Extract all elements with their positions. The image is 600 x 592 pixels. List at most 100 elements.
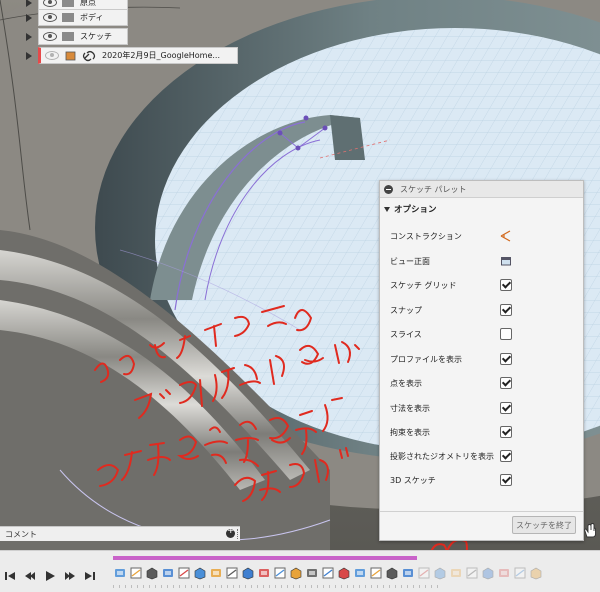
timeline-feature[interactable] — [241, 566, 255, 580]
timeline-feature[interactable] — [481, 566, 495, 580]
skip-to-start-icon[interactable] — [4, 570, 16, 582]
show-constraints-checkbox[interactable] — [500, 426, 512, 438]
timeline-feature[interactable] — [209, 566, 223, 580]
timeline-feature[interactable] — [289, 566, 303, 580]
timeline-ruler — [113, 585, 443, 588]
visibility-eye-icon[interactable] — [43, 32, 57, 41]
show-profile-checkbox[interactable] — [500, 353, 512, 365]
timeline-feature[interactable] — [449, 566, 463, 580]
timeline-feature[interactable] — [385, 566, 399, 580]
timeline-progress-bar — [113, 556, 417, 560]
timeline-feature[interactable] — [273, 566, 287, 580]
expand-arrow-icon[interactable] — [26, 0, 32, 7]
timeline-feature[interactable] — [129, 566, 143, 580]
palette-row-label: コンストラクション — [390, 231, 462, 241]
palette-row-show-projected-geometry[interactable]: 投影されたジオメトリを表示 — [380, 446, 583, 466]
palette-row-label: ビュー正面 — [390, 256, 430, 266]
palette-row-show-profile[interactable]: プロファイルを表示 — [380, 349, 583, 369]
expand-arrow-icon[interactable] — [26, 32, 32, 41]
add-comment-icon[interactable] — [226, 526, 235, 538]
palette-row-label: プロファイルを表示 — [390, 354, 462, 364]
step-forward-icon[interactable] — [64, 570, 76, 582]
palette-row-label: スナップ — [390, 305, 422, 315]
pan-hand-icon[interactable] — [583, 523, 597, 539]
show-dimensions-checkbox[interactable] — [500, 402, 512, 414]
timeline-feature[interactable] — [321, 566, 335, 580]
tree-item-linked-design[interactable]: 2020年2月9日_GoogleHome... — [26, 47, 238, 64]
timeline-feature[interactable] — [113, 566, 127, 580]
skip-to-end-icon[interactable] — [84, 570, 96, 582]
expand-arrow-icon[interactable] — [26, 51, 32, 60]
comment-label: コメント — [5, 529, 37, 539]
palette-row-show-constraints[interactable]: 拘束を表示 — [380, 422, 583, 442]
visibility-eye-icon[interactable] — [43, 0, 57, 7]
construction-icon[interactable] — [500, 230, 512, 242]
timeline-feature[interactable] — [193, 566, 207, 580]
options-section-header[interactable]: オプション — [380, 198, 583, 220]
tree-item-bodies[interactable]: ボディ — [26, 9, 128, 26]
timeline-sketch-feature[interactable] — [401, 566, 415, 580]
folder-icon — [62, 13, 74, 22]
timeline-feature[interactable] — [417, 566, 431, 580]
palette-row-label: 3D スケッチ — [390, 475, 436, 485]
show-projected-geometry-checkbox[interactable] — [500, 450, 512, 462]
options-section-label: オプション — [394, 205, 437, 215]
show-points-checkbox[interactable] — [500, 377, 512, 389]
palette-divider — [380, 511, 583, 512]
palette-row-label: 投影されたジオメトリを表示 — [390, 451, 494, 461]
folder-icon — [62, 0, 74, 7]
timeline-feature[interactable] — [161, 566, 175, 580]
timeline-feature[interactable] — [177, 566, 191, 580]
sketch-grid-checkbox[interactable] — [500, 279, 512, 291]
palette-row-sketch-grid[interactable]: スケッチ グリッド — [380, 275, 583, 295]
finish-sketch-button[interactable]: スケッチを終了 — [512, 516, 576, 534]
look-at-icon[interactable] — [500, 255, 512, 267]
tree-item-label: 2020年2月9日_GoogleHome... — [102, 51, 221, 60]
collapse-icon[interactable] — [384, 184, 393, 194]
timeline-feature[interactable] — [257, 566, 271, 580]
visibility-eye-icon[interactable] — [43, 13, 57, 22]
slice-checkbox[interactable] — [500, 328, 512, 340]
step-back-icon[interactable] — [24, 570, 36, 582]
timeline-feature[interactable] — [225, 566, 239, 580]
timeline-feature[interactable] — [337, 566, 351, 580]
timeline-feature[interactable] — [145, 566, 159, 580]
timeline-feature[interactable] — [497, 566, 511, 580]
folder-icon — [62, 32, 74, 41]
timeline-feature[interactable] — [369, 566, 383, 580]
component-icon — [65, 51, 76, 60]
timeline-feature[interactable] — [465, 566, 479, 580]
snap-checkbox[interactable] — [500, 304, 512, 316]
timeline-feature[interactable] — [305, 566, 319, 580]
sketch-palette: スケッチ パレット オプション コンストラクション ビュー正面 スケッチ グリッ… — [379, 180, 584, 541]
link-icon — [82, 50, 96, 61]
comment-bar[interactable]: コメント — [0, 526, 240, 541]
palette-row-snap[interactable]: スナップ — [380, 300, 583, 320]
palette-row-slice[interactable]: スライス — [380, 324, 583, 344]
timeline-feature[interactable] — [513, 566, 527, 580]
palette-row-3d-sketch[interactable]: 3D スケッチ — [380, 470, 583, 490]
palette-row-label: 寸法を表示 — [390, 403, 430, 413]
palette-row-construction[interactable]: コンストラクション — [380, 226, 583, 246]
palette-row-label: スライス — [390, 329, 422, 339]
timeline-feature[interactable] — [529, 566, 543, 580]
tree-item-label: 原点 — [80, 0, 96, 7]
palette-header[interactable]: スケッチ パレット — [380, 181, 583, 198]
timeline-feature[interactable] — [433, 566, 447, 580]
palette-row-look-at[interactable]: ビュー正面 — [380, 251, 583, 271]
palette-row-label: 点を表示 — [390, 378, 422, 388]
resize-grip-icon[interactable] — [237, 529, 240, 539]
play-icon[interactable] — [44, 570, 56, 582]
visibility-eye-icon[interactable] — [45, 51, 59, 60]
palette-row-show-points[interactable]: 点を表示 — [380, 373, 583, 393]
3d-sketch-checkbox[interactable] — [500, 474, 512, 486]
palette-title: スケッチ パレット — [400, 184, 467, 194]
timeline-feature[interactable] — [353, 566, 367, 580]
expand-arrow-icon[interactable] — [26, 13, 32, 22]
palette-row-show-dimensions[interactable]: 寸法を表示 — [380, 398, 583, 418]
tree-item-sketches[interactable]: スケッチ — [26, 28, 128, 45]
palette-row-label: スケッチ グリッド — [390, 280, 457, 290]
expand-arrow-icon[interactable] — [384, 206, 390, 212]
tree-item-label: スケッチ — [80, 32, 112, 41]
tree-item-label: ボディ — [80, 13, 104, 22]
